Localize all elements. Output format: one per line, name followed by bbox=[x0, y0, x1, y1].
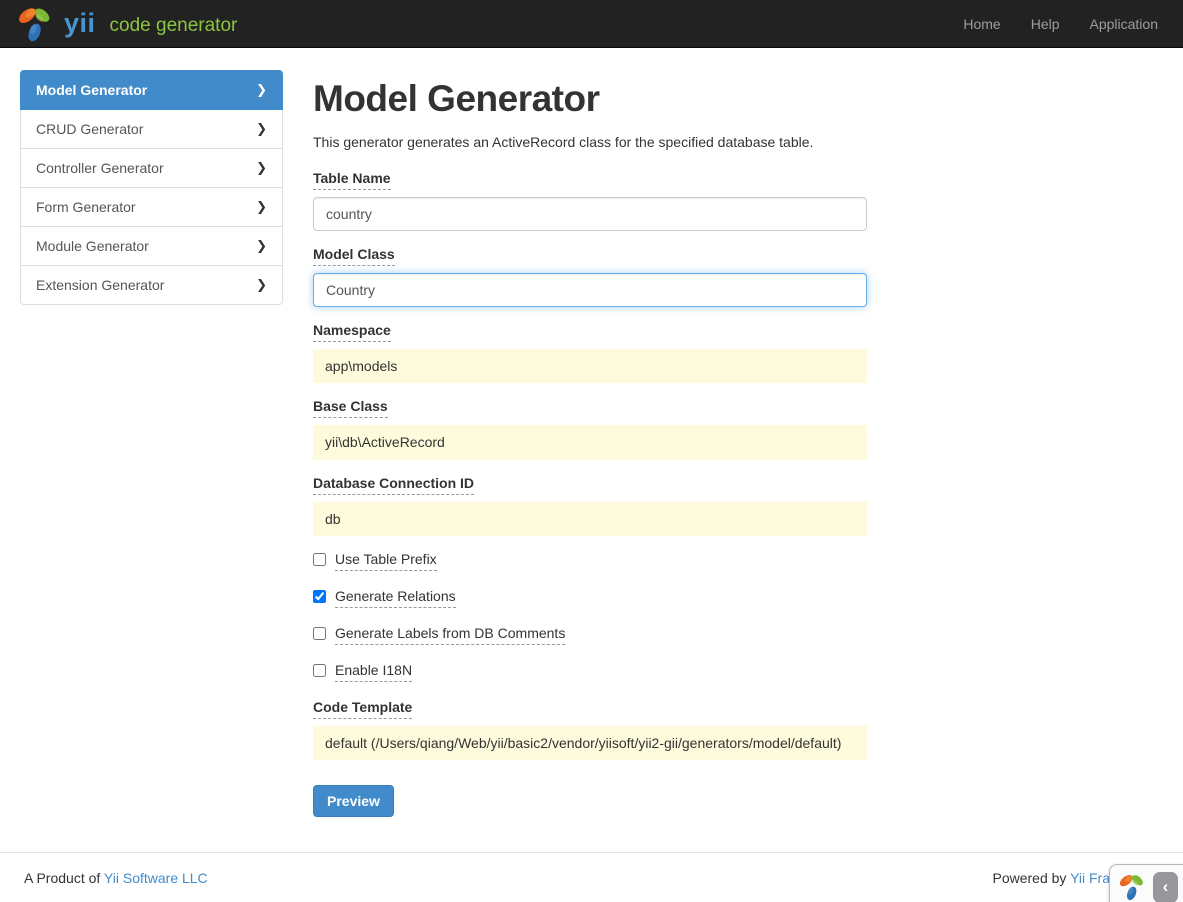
footer-left: A Product of Yii Software LLC bbox=[24, 870, 208, 886]
brand[interactable]: yii code generator bbox=[10, 3, 237, 45]
code-template-label: Code Template bbox=[313, 699, 412, 719]
table-name-label: Table Name bbox=[313, 170, 391, 190]
namespace-label: Namespace bbox=[313, 322, 391, 342]
collapse-toolbar-button[interactable]: ‹ bbox=[1153, 872, 1178, 902]
nav-link-home[interactable]: Home bbox=[948, 1, 1015, 47]
sidebar-item-form-generator[interactable]: Form Generator ❯ bbox=[20, 187, 283, 227]
footer-yii-software-link[interactable]: Yii Software LLC bbox=[104, 870, 208, 886]
base-class-label: Base Class bbox=[313, 398, 388, 418]
chevron-right-icon: ❯ bbox=[256, 199, 267, 215]
sidebar-item-module-generator[interactable]: Module Generator ❯ bbox=[20, 226, 283, 266]
checkbox-enable-i18n: Enable I18N bbox=[313, 662, 867, 682]
sidebar-item-crud-generator[interactable]: CRUD Generator ❯ bbox=[20, 109, 283, 149]
sidebar-item-label: Model Generator bbox=[36, 82, 147, 98]
db-connection-value[interactable]: db bbox=[313, 502, 867, 536]
sidebar-item-extension-generator[interactable]: Extension Generator ❯ bbox=[20, 265, 283, 305]
sidebar-item-label: Controller Generator bbox=[36, 160, 164, 176]
base-class-value[interactable]: yii\db\ActiveRecord bbox=[313, 425, 867, 459]
yii-logo-icon bbox=[1116, 871, 1148, 902]
preview-button[interactable]: Preview bbox=[313, 785, 394, 817]
nav-link-application[interactable]: Application bbox=[1075, 1, 1174, 47]
model-class-label: Model Class bbox=[313, 246, 395, 266]
nav-link-help[interactable]: Help bbox=[1016, 1, 1075, 47]
field-code-template: Code Template default (/Users/qiang/Web/… bbox=[313, 699, 867, 760]
chevron-left-icon: ‹ bbox=[1163, 878, 1169, 895]
yii-logo-icon bbox=[14, 3, 56, 45]
field-db-connection: Database Connection ID db bbox=[313, 475, 867, 536]
sidebar-item-label: Extension Generator bbox=[36, 277, 164, 293]
sidebar-item-label: Form Generator bbox=[36, 199, 136, 215]
checkbox-generate-labels: Generate Labels from DB Comments bbox=[313, 625, 867, 645]
generate-relations-label[interactable]: Generate Relations bbox=[335, 588, 456, 608]
field-base-class: Base Class yii\db\ActiveRecord bbox=[313, 398, 867, 459]
footer-left-text: A Product of bbox=[24, 870, 100, 886]
table-name-input[interactable] bbox=[313, 197, 867, 231]
chevron-right-icon: ❯ bbox=[256, 277, 267, 293]
page-title: Model Generator bbox=[313, 78, 867, 120]
model-class-input[interactable] bbox=[313, 273, 867, 307]
debug-toolbar-widget: ‹ bbox=[1109, 864, 1183, 902]
footer-right-text: Powered by bbox=[992, 870, 1066, 886]
brand-subtitle: code generator bbox=[110, 15, 238, 37]
main-content: Model Generator This generator generates… bbox=[313, 70, 867, 817]
use-table-prefix-label[interactable]: Use Table Prefix bbox=[335, 551, 437, 571]
enable-i18n-label[interactable]: Enable I18N bbox=[335, 662, 412, 682]
brand-name: yii bbox=[64, 8, 96, 39]
sidebar-item-label: Module Generator bbox=[36, 238, 149, 254]
use-table-prefix-checkbox[interactable] bbox=[313, 553, 326, 566]
page-description: This generator generates an ActiveRecord… bbox=[313, 134, 867, 150]
generate-relations-checkbox[interactable] bbox=[313, 590, 326, 603]
sidebar-item-controller-generator[interactable]: Controller Generator ❯ bbox=[20, 148, 283, 188]
sidebar: Model Generator ❯ CRUD Generator ❯ Contr… bbox=[20, 70, 283, 305]
enable-i18n-checkbox[interactable] bbox=[313, 664, 326, 677]
generate-labels-label[interactable]: Generate Labels from DB Comments bbox=[335, 625, 565, 645]
page-body: Model Generator ❯ CRUD Generator ❯ Contr… bbox=[0, 48, 1183, 817]
chevron-right-icon: ❯ bbox=[256, 82, 267, 98]
db-connection-label: Database Connection ID bbox=[313, 475, 474, 495]
field-model-class: Model Class bbox=[313, 246, 867, 307]
chevron-right-icon: ❯ bbox=[256, 160, 267, 176]
navbar: yii code generator Home Help Application bbox=[0, 0, 1183, 48]
sidebar-item-label: CRUD Generator bbox=[36, 121, 143, 137]
chevron-right-icon: ❯ bbox=[256, 238, 267, 254]
chevron-right-icon: ❯ bbox=[256, 121, 267, 137]
checkbox-use-table-prefix: Use Table Prefix bbox=[313, 551, 867, 571]
namespace-value[interactable]: app\models bbox=[313, 349, 867, 383]
field-table-name: Table Name bbox=[313, 170, 867, 231]
field-namespace: Namespace app\models bbox=[313, 322, 867, 383]
footer: A Product of Yii Software LLC Powered by… bbox=[0, 852, 1183, 902]
navbar-links: Home Help Application bbox=[948, 1, 1173, 47]
generate-labels-checkbox[interactable] bbox=[313, 627, 326, 640]
sidebar-item-model-generator[interactable]: Model Generator ❯ bbox=[20, 70, 283, 110]
checkbox-generate-relations: Generate Relations bbox=[313, 588, 867, 608]
generator-list: Model Generator ❯ CRUD Generator ❯ Contr… bbox=[20, 70, 283, 305]
code-template-value[interactable]: default (/Users/qiang/Web/yii/basic2/ven… bbox=[313, 726, 867, 760]
